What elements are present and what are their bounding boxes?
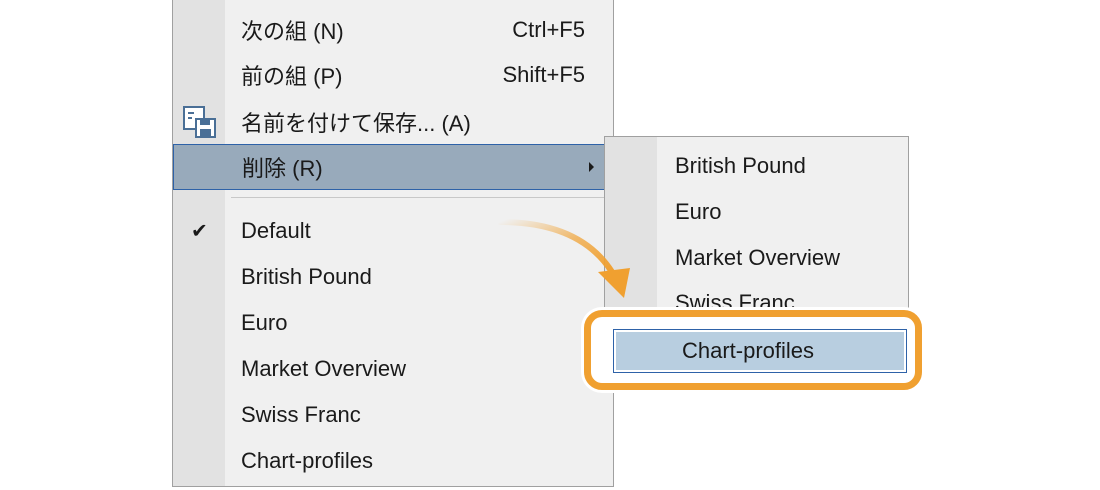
submenu-item-euro[interactable]: Euro — [605, 189, 908, 235]
menu-item-label: 前の組 (P) — [241, 64, 343, 89]
menu-item-label: Euro — [241, 310, 288, 335]
menu-item-delete[interactable]: 削除 (R) — [173, 144, 613, 190]
submenu-item-chart-profiles[interactable]: Chart-profiles — [613, 329, 907, 373]
submenu-item-label: Swiss Franc — [675, 290, 795, 310]
menu-item-euro[interactable]: Euro — [173, 300, 613, 346]
menu-item-british-pound[interactable]: British Pound — [173, 254, 613, 300]
menu-item-chart-profiles[interactable]: Chart-profiles — [173, 438, 613, 484]
submenu-item-market-overview[interactable]: Market Overview — [605, 235, 908, 281]
menu-item-default[interactable]: ✔ Default — [173, 208, 613, 254]
highlight-callout: Chart-profiles — [584, 310, 922, 390]
menu-item-previous-set[interactable]: 前の組 (P) Shift+F5 — [173, 52, 613, 98]
submenu-item-label: British Pound — [675, 153, 806, 178]
submenu-item-label: Euro — [675, 199, 722, 224]
menu-item-label: British Pound — [241, 264, 372, 289]
menu-item-label: 削除 (R) — [242, 156, 323, 181]
menu-item-shortcut: Ctrl+F5 — [512, 17, 585, 42]
delete-submenu: British Pound Euro Market Overview Swiss… — [604, 136, 909, 310]
menu-item-swiss-franc[interactable]: Swiss Franc — [173, 392, 613, 438]
menu-separator — [231, 197, 609, 198]
context-menu: 次の組 (N) Ctrl+F5 前の組 (P) Shift+F5 名前を付けて保… — [172, 0, 614, 487]
submenu-item-label: Market Overview — [675, 245, 841, 270]
menu-item-label: 名前を付けて保存... (A) — [241, 111, 471, 136]
menu-item-label: Market Overview — [241, 356, 407, 381]
checkmark-icon: ✔ — [191, 220, 208, 243]
menu-item-label: 次の組 (N) — [241, 19, 344, 44]
menu-item-label: Swiss Franc — [241, 402, 361, 427]
menu-item-next-set[interactable]: 次の組 (N) Ctrl+F5 — [173, 7, 613, 53]
menu-item-market-overview[interactable]: Market Overview — [173, 346, 613, 392]
submenu-item-swiss-franc[interactable]: Swiss Franc — [605, 280, 908, 310]
menu-item-save-as[interactable]: 名前を付けて保存... (A) — [173, 99, 613, 145]
save-icon — [183, 106, 216, 138]
submenu-item-british-pound[interactable]: British Pound — [605, 143, 908, 189]
submenu-item-label: Chart-profiles — [682, 338, 815, 363]
menu-item-shortcut: Shift+F5 — [502, 62, 585, 87]
menu-item-label: Chart-profiles — [241, 448, 374, 473]
submenu-arrow-icon — [589, 162, 594, 172]
menu-item-label: Default — [241, 218, 311, 243]
